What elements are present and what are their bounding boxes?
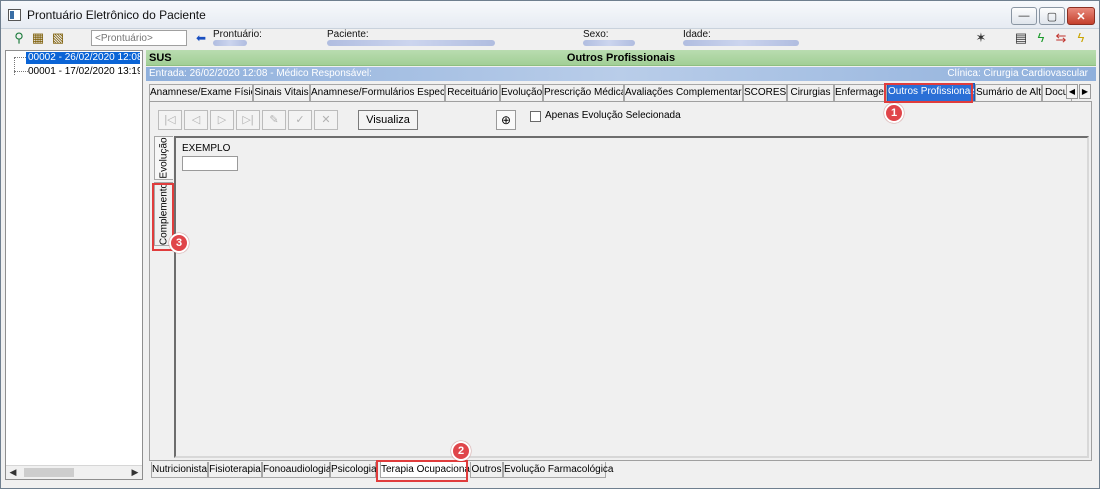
apenas-evolucao-checkbox[interactable]	[530, 111, 541, 122]
tab-fonoaudiologia[interactable]: Fonoaudiologia	[262, 462, 331, 478]
clinica-text: Clínica: Cirurgia Cardiovascular	[947, 68, 1088, 79]
prontuario-label: Prontuário:	[213, 29, 262, 40]
tab-enfermagem[interactable]: Enfermagem	[834, 84, 887, 101]
app-icon	[8, 9, 21, 21]
entrada-text: Entrada: 26/02/2020 12:08 - Médico Respo…	[149, 68, 372, 79]
close-button[interactable]: ✕	[1067, 7, 1095, 25]
exemplo-input[interactable]	[182, 156, 238, 171]
vtab-evolucao[interactable]: Evolução	[154, 136, 173, 180]
sexo-label: Sexo:	[583, 29, 609, 40]
tab-scroll-left-icon[interactable]: ◀	[1066, 84, 1078, 99]
search-patient-icon[interactable]: ⚲	[11, 30, 27, 46]
vtab-complemento-label: Complemento	[158, 182, 170, 246]
previous-record-button[interactable]: ◁	[184, 110, 208, 130]
section-title: Outros Profissionais	[566, 52, 676, 64]
visualiza-button[interactable]: Visualiza	[358, 110, 418, 130]
paciente-value	[327, 40, 495, 46]
tab-outros[interactable]: Outros	[470, 462, 503, 478]
wand-icon[interactable]: ✶	[973, 30, 989, 46]
confirm-record-button[interactable]: ✓	[288, 110, 312, 130]
tree-line	[14, 57, 15, 75]
prontuario-input[interactable]	[91, 30, 187, 46]
lightning-green-icon[interactable]: ϟ	[1033, 30, 1049, 46]
tab-prescricao-medica[interactable]: Prescrição Médica	[543, 84, 624, 101]
edit-record-button[interactable]: ✎	[262, 110, 286, 130]
apenas-evolucao-label: Apenas Evolução Selecionada	[545, 110, 681, 121]
vtab-evolucao-label: Evolução	[158, 137, 170, 179]
episode-tree: 00002 - 26/02/2020 12:08 - I 00001 - 17/…	[5, 50, 143, 480]
idade-label: Idade:	[683, 29, 711, 40]
next-record-button[interactable]: ▷	[210, 110, 234, 130]
tab-receituario[interactable]: Receituário	[445, 84, 500, 101]
main-window: Prontuário Eletrônico do Paciente — ▢ ✕ …	[0, 0, 1100, 489]
title-bar: Prontuário Eletrônico do Paciente — ▢ ✕	[1, 1, 1099, 29]
tab-evolucao-farmacologica[interactable]: Evolução Farmacológica	[503, 462, 614, 478]
annotation-badge-3: 3	[169, 233, 189, 253]
document-icon[interactable]: ▤	[1013, 30, 1029, 46]
cancel-record-button[interactable]: ✕	[314, 110, 338, 130]
tab-sumario-de-alta[interactable]: Sumário de Alta	[975, 84, 1042, 101]
annotation-badge-2: 2	[451, 441, 471, 461]
zoom-in-icon[interactable]: ⊕	[496, 110, 516, 130]
tree-horizontal-scrollbar[interactable]: ◀ ▶	[6, 465, 142, 479]
minimize-button[interactable]: —	[1011, 7, 1037, 25]
arrow-left-icon[interactable]: ⬅	[193, 30, 209, 46]
vertical-tab-strip: Evolução Complemento	[154, 136, 174, 456]
toolbar: ⚲ ▦ ▧ ⬅ Prontuário: Paciente: Sexo: Idad…	[1, 29, 1099, 49]
tab-sinais-vitais[interactable]: Sinais Vitais	[253, 84, 310, 101]
insurance-bar: SUS Outros Profissionais	[146, 50, 1096, 66]
scroll-right-icon[interactable]: ▶	[128, 466, 142, 479]
patients-icon[interactable]: ▦	[30, 30, 46, 46]
tab-terapia-ocupacional[interactable]: Terapia Ocupacional	[380, 462, 472, 478]
content-panel: |◁ ◁ ▷ ▷| ✎ ✓ ✕ Visualiza ⊕ Apenas Evolu…	[149, 101, 1092, 461]
prontuario-value	[213, 40, 247, 46]
tab-scores[interactable]: SCORES	[743, 84, 787, 101]
annotation-badge-1: 1	[884, 103, 904, 123]
tree-line	[14, 71, 28, 72]
maximize-button[interactable]: ▢	[1039, 7, 1065, 25]
tab-psicologia[interactable]: Psicologia	[330, 462, 377, 478]
tree-item-00001[interactable]: 00001 - 17/02/2020 13:19 - E	[28, 66, 140, 78]
window-title: Prontuário Eletrônico do Paciente	[27, 8, 206, 22]
tab-anamnese-exame-fisico[interactable]: Anamnese/Exame Físico	[149, 84, 253, 101]
last-record-button[interactable]: ▷|	[236, 110, 260, 130]
tab-outros-profissionais[interactable]: Outros Profissionais	[887, 83, 975, 101]
main-panel: SUS Outros Profissionais Entrada: 26/02/…	[146, 50, 1096, 482]
admission-bar: Entrada: 26/02/2020 12:08 - Médico Respo…	[146, 67, 1096, 81]
idade-value	[683, 40, 799, 46]
transfer-icon[interactable]: ⇆	[1053, 30, 1069, 46]
top-tab-strip: Anamnese/Exame Físico Sinais Vitais Anam…	[149, 83, 1091, 102]
tab-scroll-right-icon[interactable]: ▶	[1079, 84, 1091, 99]
tab-anamnese-formularios[interactable]: Anamnese/Formulários Especiais	[310, 84, 445, 101]
tree-item-00002[interactable]: 00002 - 26/02/2020 12:08 - I	[26, 52, 140, 64]
patients-edit-icon[interactable]: ▧	[50, 30, 66, 46]
tab-avaliacoes-complementares[interactable]: Avaliações Complementares	[624, 84, 743, 101]
tab-cirurgias[interactable]: Cirurgias	[787, 84, 834, 101]
tab-nutricionista[interactable]: Nutricionista	[151, 462, 208, 478]
scroll-left-icon[interactable]: ◀	[6, 466, 20, 479]
first-record-button[interactable]: |◁	[158, 110, 182, 130]
paciente-label: Paciente:	[327, 29, 369, 40]
tab-fisioterapia[interactable]: Fisioterapia	[208, 462, 262, 478]
exemplo-label: EXEMPLO	[182, 143, 231, 154]
scroll-thumb[interactable]	[24, 468, 74, 477]
tab-evolucao[interactable]: Evolução	[500, 84, 543, 101]
lightning-yellow-icon[interactable]: ϟ	[1073, 30, 1089, 46]
bottom-tab-strip: Nutricionista Fisioterapia Fonoaudiologi…	[151, 462, 751, 479]
form-area: EXEMPLO	[174, 136, 1089, 458]
sexo-value	[583, 40, 635, 46]
